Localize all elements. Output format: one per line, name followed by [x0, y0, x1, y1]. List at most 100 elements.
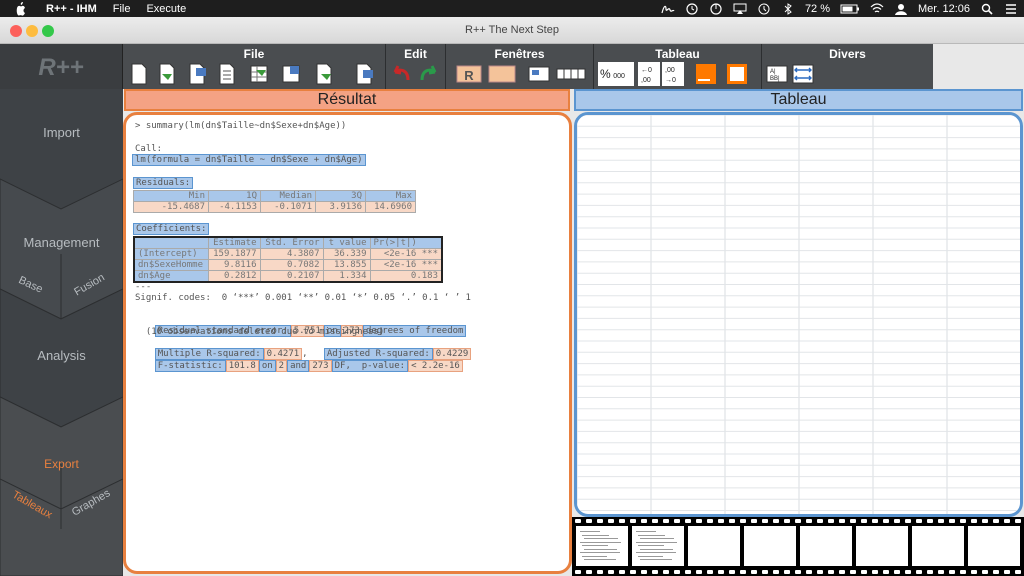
- app-menu[interactable]: R++ - IHM: [46, 3, 97, 15]
- coef-row-name[interactable]: dn$SexeHomme: [133, 259, 209, 271]
- redo-icon[interactable]: [418, 62, 440, 86]
- signature-icon[interactable]: [661, 3, 675, 15]
- film-frame[interactable]: [968, 526, 1020, 566]
- r-command-line[interactable]: > summary(lm(dn$Taille~dn$Sexe+dn$Age)): [135, 121, 346, 131]
- film-perforation: [993, 519, 999, 523]
- coef-cell[interactable]: <2e-16 ***: [369, 248, 443, 260]
- call-formula[interactable]: lm(formula = dn$Taille ~ dn$Sexe + dn$Ag…: [132, 154, 366, 166]
- residuals-header-cell[interactable]: 1Q: [208, 190, 261, 202]
- export-table-icon[interactable]: [248, 62, 270, 86]
- residuals-value-cell[interactable]: -0.1071: [260, 201, 316, 213]
- film-frame[interactable]: [576, 526, 628, 566]
- coef-row-name[interactable]: dn$Age: [133, 270, 209, 283]
- coef-cell[interactable]: 0.7082: [259, 259, 324, 271]
- film-frame[interactable]: [744, 526, 796, 566]
- undo-icon[interactable]: [390, 62, 412, 86]
- film-frame[interactable]: [688, 526, 740, 566]
- decrease-decimal-icon[interactable]: ←0,00: [638, 62, 660, 86]
- f-statistic-value[interactable]: 101.8: [225, 360, 259, 372]
- residuals-value-cell[interactable]: -4.1153: [208, 201, 261, 213]
- spreadsheet-grid[interactable]: [577, 115, 1023, 517]
- save-as-icon[interactable]: [313, 62, 335, 86]
- filmstrip-window-icon[interactable]: [556, 62, 586, 86]
- file-menu[interactable]: File: [113, 3, 131, 15]
- f-df1[interactable]: 2: [275, 360, 288, 372]
- airplay-icon[interactable]: [733, 3, 747, 15]
- notification-center-icon[interactable]: [1004, 3, 1018, 15]
- f-df2[interactable]: 273: [309, 360, 332, 372]
- coef-cell[interactable]: 1.334: [322, 270, 371, 283]
- coef-header-cell[interactable]: Estimate: [207, 236, 261, 249]
- time-machine-icon[interactable]: [757, 3, 771, 15]
- user-icon[interactable]: [894, 3, 908, 15]
- f-statistic-label[interactable]: F-statistic:: [154, 360, 226, 372]
- coefficients-label[interactable]: Coefficients:: [133, 223, 210, 235]
- film-frame[interactable]: [856, 526, 908, 566]
- nav-import[interactable]: Import: [0, 125, 123, 140]
- expand-width-icon[interactable]: [792, 62, 814, 86]
- coef-cell[interactable]: 9.8116: [207, 259, 261, 271]
- spotlight-icon[interactable]: [980, 3, 994, 15]
- p-value[interactable]: < 2.2e-16: [408, 360, 463, 372]
- blank-theme-icon[interactable]: [725, 62, 749, 86]
- coef-cell[interactable]: 0.183: [369, 270, 443, 283]
- sync-icon[interactable]: [685, 2, 699, 15]
- coefficients-table[interactable]: Estimate Std. Error t value Pr(>|t|) (In…: [133, 236, 443, 283]
- coef-row-name[interactable]: (Intercept): [133, 248, 209, 260]
- residuals-table[interactable]: Min 1Q Median 3Q Max -15.4687 -4.1153 -0…: [133, 190, 416, 213]
- film-perforation: [795, 570, 801, 574]
- coef-cell[interactable]: 36.339: [322, 248, 371, 260]
- battery-icon[interactable]: [840, 3, 860, 15]
- clock[interactable]: Mer. 12:06: [918, 3, 970, 15]
- f-on[interactable]: on: [258, 360, 276, 372]
- new-file-icon[interactable]: [128, 62, 150, 86]
- nav-export[interactable]: Export: [0, 457, 123, 471]
- save-file-icon[interactable]: [216, 62, 238, 86]
- viewer-window-icon[interactable]: [528, 62, 550, 86]
- nav-management[interactable]: Management: [0, 235, 123, 250]
- film-frame[interactable]: [800, 526, 852, 566]
- tableau-panel[interactable]: [574, 112, 1023, 517]
- coef-header-cell[interactable]: Std. Error: [259, 236, 324, 249]
- timer-icon[interactable]: [709, 2, 723, 15]
- editor-window-icon[interactable]: [488, 62, 516, 86]
- residuals-header-cell[interactable]: Median: [260, 190, 316, 202]
- result-panel[interactable]: > summary(lm(dn$Taille~dn$Sexe+dn$Age)) …: [123, 112, 572, 574]
- coef-header-cell[interactable]: t value: [322, 236, 371, 249]
- coef-header-cell[interactable]: Pr(>|t|): [369, 236, 443, 249]
- coef-cell[interactable]: 4.3807: [259, 248, 324, 260]
- coef-cell[interactable]: 0.2812: [207, 270, 261, 283]
- r-console-icon[interactable]: R: [456, 62, 482, 86]
- open-file-icon[interactable]: [156, 62, 178, 86]
- residuals-header-cell[interactable]: Max: [365, 190, 416, 202]
- residuals-header-cell[interactable]: 3Q: [315, 190, 366, 202]
- apple-icon[interactable]: [14, 1, 28, 16]
- wifi-icon[interactable]: [870, 2, 884, 15]
- filmstrip[interactable]: [572, 517, 1024, 576]
- film-frame[interactable]: [632, 526, 684, 566]
- f-df-p-label[interactable]: DF, p-value:: [331, 360, 409, 372]
- coef-cell[interactable]: <2e-16 ***: [369, 259, 443, 271]
- swap-cells-icon[interactable]: A|BB|: [766, 62, 788, 86]
- coef-cell[interactable]: 13.855: [322, 259, 371, 271]
- print-icon[interactable]: [353, 62, 375, 86]
- residuals-label[interactable]: Residuals:: [133, 177, 194, 189]
- increase-decimal-icon[interactable]: ,00→0: [662, 62, 684, 86]
- residuals-value-cell[interactable]: 3.9136: [315, 201, 366, 213]
- call-formula-text[interactable]: lm(formula = dn$Taille ~ dn$Sexe + dn$Ag…: [132, 154, 366, 166]
- residuals-value-cell[interactable]: -15.4687: [133, 201, 209, 213]
- nav-analysis[interactable]: Analysis: [0, 348, 123, 363]
- residuals-header-cell[interactable]: Min: [133, 190, 209, 202]
- coef-header-cell[interactable]: [133, 236, 209, 249]
- orange-theme-icon[interactable]: [694, 62, 718, 86]
- coef-cell[interactable]: 0.2107: [259, 270, 324, 283]
- f-and[interactable]: and: [287, 360, 310, 372]
- coef-cell[interactable]: 159.1877: [207, 248, 261, 260]
- residuals-value-cell[interactable]: 14.6960: [365, 201, 416, 213]
- merge-file-icon[interactable]: [280, 62, 302, 86]
- execute-menu[interactable]: Execute: [146, 3, 186, 15]
- import-data-icon[interactable]: [186, 62, 208, 86]
- bluetooth-icon[interactable]: [781, 2, 795, 15]
- format-percent-button[interactable]: % 000: [598, 62, 634, 86]
- film-frame[interactable]: [912, 526, 964, 566]
